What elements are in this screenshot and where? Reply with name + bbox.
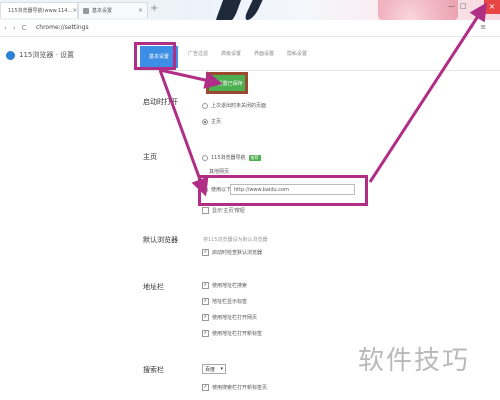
url-input[interactable]: chrome://settings xyxy=(36,24,89,31)
tab-115-nav[interactable]: 115浏览器导航(www.114... × xyxy=(0,2,78,18)
nav-tab-interface[interactable]: 界面设置 xyxy=(254,50,274,57)
minimize-icon[interactable]: — xyxy=(448,2,455,10)
checkbox[interactable]: ✓ xyxy=(202,249,209,256)
section-default-browser-label: 默认浏览器 xyxy=(143,236,178,244)
startup-option-home[interactable]: 主页 xyxy=(202,118,221,125)
logo-text: 115浏览器 · 设置 xyxy=(19,51,75,59)
chevron-down-icon: ▾ xyxy=(220,366,223,372)
search-option[interactable]: ✓ 使用搜索栏打开新标签页 xyxy=(202,384,267,391)
radio[interactable] xyxy=(202,154,208,161)
checkbox[interactable]: ✓ xyxy=(202,330,209,337)
saved-badge: ✔ 设置已保存 xyxy=(209,75,245,91)
startup-option-last[interactable]: 上次退出时未关闭的页面 xyxy=(202,102,266,109)
recommend-badge: 推荐 xyxy=(248,154,261,161)
checkbox[interactable] xyxy=(202,207,209,214)
reload-icon[interactable]: C xyxy=(22,24,27,32)
section-address-bar-label: 地址栏 xyxy=(143,283,164,291)
highlight-box-homepage xyxy=(198,175,368,206)
settings-nav: 基本设置 广告过滤 高级设置 界面设置 隐私设置 xyxy=(135,44,500,71)
section-search-bar-label: 搜索栏 xyxy=(143,366,164,374)
nav-tab-privacy[interactable]: 隐私设置 xyxy=(287,50,307,57)
section-startup-label: 启动时打开 xyxy=(143,98,178,106)
window-controls: — □ xyxy=(448,2,467,10)
check-default-browser-option[interactable]: ✓ 启动时检查默认浏览器 xyxy=(202,249,262,256)
default-browser-note: 将115浏览器设为默认浏览器 xyxy=(203,237,268,243)
logo-icon xyxy=(6,50,15,60)
maximize-icon[interactable]: □ xyxy=(460,2,467,10)
watermark-text: 软件技巧 xyxy=(358,346,471,376)
checkbox[interactable]: ✓ xyxy=(202,314,209,321)
homepage-other-label: 其他网页 xyxy=(209,169,230,175)
nav-buttons: ‹ › C xyxy=(4,20,27,36)
star-icon[interactable]: ☆ xyxy=(468,23,474,31)
toolbar-icons: ☆ ≡ xyxy=(468,23,486,31)
address-option-2[interactable]: ✓ 地址栏显示标签 xyxy=(202,298,247,305)
checkbox[interactable]: ✓ xyxy=(202,298,209,305)
forward-icon[interactable]: › xyxy=(13,24,16,32)
show-home-button-option[interactable]: 显示'主页'按钮 xyxy=(202,207,245,214)
nav-tab-advanced[interactable]: 高级设置 xyxy=(221,50,241,57)
close-button[interactable]: × xyxy=(484,0,500,14)
nav-tab-adblock[interactable]: 广告过滤 xyxy=(188,50,208,57)
tab-close-icon[interactable]: × xyxy=(72,7,77,14)
search-engine-select[interactable]: 百度 ▾ xyxy=(202,364,226,374)
address-option-1[interactable]: ✓ 使用地址栏搜索 xyxy=(202,282,247,289)
arrow-to-homepage xyxy=(158,69,209,197)
radio[interactable] xyxy=(202,118,208,125)
highlight-box-basic-tab xyxy=(134,42,176,70)
checkbox[interactable]: ✓ xyxy=(202,282,209,289)
tab-title: 115浏览器导航(www.114... xyxy=(8,8,73,14)
back-icon[interactable]: ‹ xyxy=(4,24,7,32)
tab-title: 基本设置 xyxy=(92,8,113,14)
address-option-3[interactable]: ✓ 使用地址栏打开网页 xyxy=(202,314,257,321)
app-logo: 115浏览器 · 设置 xyxy=(6,50,74,60)
check-icon: ✔ xyxy=(211,80,216,86)
tab-basic-settings[interactable]: 基本设置 × xyxy=(78,2,148,18)
section-homepage-label: 主页 xyxy=(143,153,157,161)
address-option-4[interactable]: ✓ 使用地址栏打开新标签 xyxy=(202,330,262,337)
homepage-option-nav[interactable]: 115浏览器导航 推荐 xyxy=(202,154,261,161)
tab-close-icon[interactable]: × xyxy=(138,7,143,14)
checkbox[interactable]: ✓ xyxy=(202,384,209,391)
new-tab-icon[interactable]: + xyxy=(150,3,158,14)
radio[interactable] xyxy=(202,102,208,109)
settings-favicon-icon xyxy=(83,7,89,14)
menu-icon[interactable]: ≡ xyxy=(480,23,486,31)
